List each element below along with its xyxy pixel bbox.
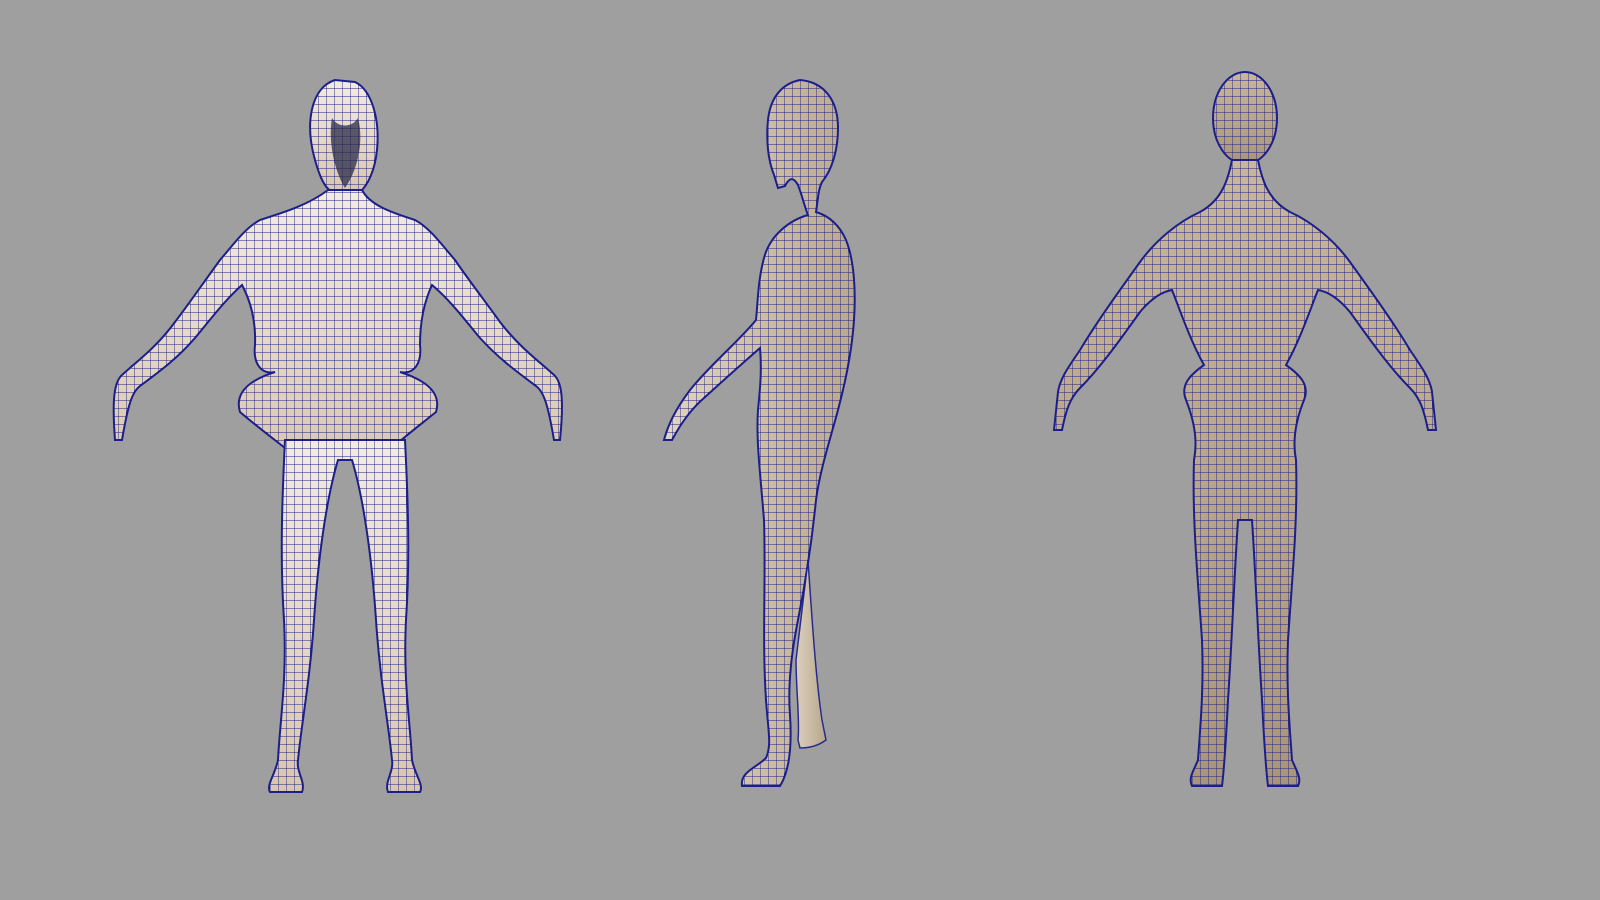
back-mesh — [1052, 71, 1438, 787]
3d-viewport[interactable] — [0, 0, 1600, 900]
side-figure-svg — [662, 78, 856, 787]
model-front-view[interactable] — [70, 0, 630, 900]
side-mesh — [662, 78, 856, 787]
front-figure-svg — [112, 78, 563, 793]
back-figure-svg — [1052, 71, 1438, 787]
front-mesh — [112, 78, 563, 793]
model-back-view[interactable] — [1000, 0, 1480, 900]
model-side-view[interactable] — [640, 0, 960, 900]
